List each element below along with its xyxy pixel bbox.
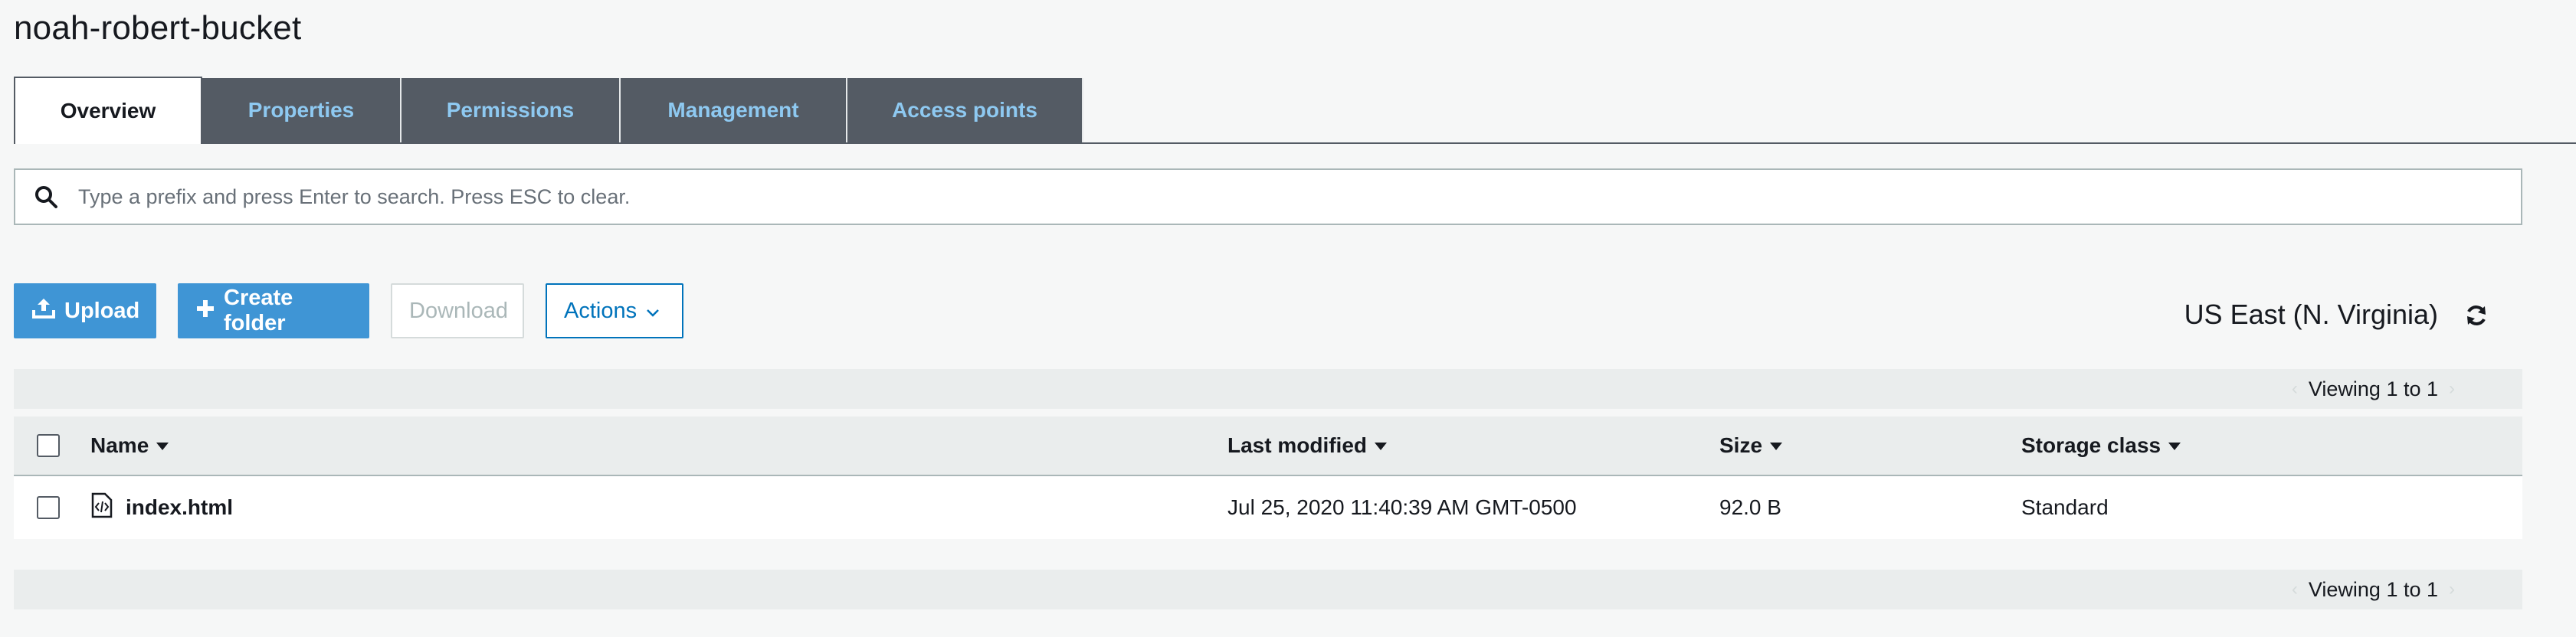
- search-input[interactable]: [77, 173, 2521, 220]
- column-header-size-label: Size: [1719, 433, 1763, 457]
- upload-button[interactable]: Upload: [14, 283, 156, 338]
- pagination-bottom: ‹ Viewing 1 to 1 ›: [14, 570, 2522, 609]
- object-name-link[interactable]: index.html: [126, 495, 233, 520]
- sort-caret-icon: [1770, 443, 1783, 450]
- chevron-left-icon[interactable]: ‹: [2292, 378, 2298, 400]
- select-all-cell: [37, 416, 60, 475]
- tab-management[interactable]: Management: [621, 78, 847, 142]
- pagination-top: ‹ Viewing 1 to 1 ›: [14, 369, 2522, 409]
- storage-class-cell: Standard: [2021, 495, 2109, 519]
- pagination-label: Viewing 1 to 1: [2308, 377, 2438, 400]
- chevron-right-icon[interactable]: ›: [2449, 378, 2455, 400]
- toolbar: Upload Create folder Download Actions: [14, 283, 683, 338]
- tab-overview[interactable]: Overview: [14, 77, 202, 144]
- column-header-name[interactable]: Name: [90, 416, 169, 475]
- plus-icon: [196, 299, 215, 324]
- table-row[interactable]: index.html Jul 25, 2020 11:40:39 AM GMT-…: [14, 476, 2522, 539]
- chevron-left-icon[interactable]: ‹: [2292, 579, 2298, 600]
- download-button[interactable]: Download: [391, 283, 524, 338]
- row-select-cell: [37, 476, 60, 539]
- sort-caret-icon: [1375, 443, 1388, 450]
- column-header-name-label: Name: [90, 433, 149, 457]
- last-modified-cell: Jul 25, 2020 11:40:39 AM GMT-0500: [1227, 495, 1577, 519]
- refresh-icon[interactable]: [2461, 300, 2492, 331]
- tab-permissions[interactable]: Permissions: [401, 78, 621, 142]
- chevron-down-icon: [646, 299, 660, 324]
- pagination-label: Viewing 1 to 1: [2308, 577, 2438, 601]
- tab-bar: Overview Properties Permissions Manageme…: [14, 77, 1083, 144]
- upload-icon: [32, 297, 55, 325]
- actions-dropdown[interactable]: Actions: [546, 283, 683, 338]
- tab-access-points[interactable]: Access points: [847, 78, 1083, 142]
- size-cell: 92.0 B: [1719, 495, 1781, 519]
- row-checkbox[interactable]: [37, 496, 60, 519]
- object-name-cell[interactable]: index.html: [90, 476, 233, 539]
- actions-label: Actions: [564, 298, 637, 323]
- sort-caret-icon: [156, 443, 169, 450]
- column-header-last-modified-label: Last modified: [1227, 433, 1368, 457]
- column-header-storage-class[interactable]: Storage class: [2021, 416, 2181, 475]
- column-header-storage-class-label: Storage class: [2021, 433, 2161, 457]
- tab-bar-underline: [202, 142, 2576, 144]
- column-header-last-modified[interactable]: Last modified: [1227, 416, 1388, 475]
- download-label: Download: [409, 298, 508, 323]
- tab-properties[interactable]: Properties: [202, 78, 401, 142]
- file-code-icon: [90, 492, 113, 524]
- chevron-right-icon[interactable]: ›: [2449, 579, 2455, 600]
- page-title: noah-robert-bucket: [14, 9, 302, 47]
- search-icon: [15, 185, 77, 209]
- region-label: US East (N. Virginia): [2184, 299, 2438, 330]
- create-folder-label: Create folder: [224, 286, 293, 335]
- create-folder-button[interactable]: Create folder: [178, 283, 369, 338]
- table-header: Name Last modified Size Storage class: [14, 416, 2522, 476]
- sort-caret-icon: [2168, 443, 2181, 450]
- upload-label: Upload: [64, 298, 140, 323]
- select-all-checkbox[interactable]: [37, 434, 60, 457]
- column-header-size[interactable]: Size: [1719, 416, 1783, 475]
- search-box: [14, 168, 2522, 225]
